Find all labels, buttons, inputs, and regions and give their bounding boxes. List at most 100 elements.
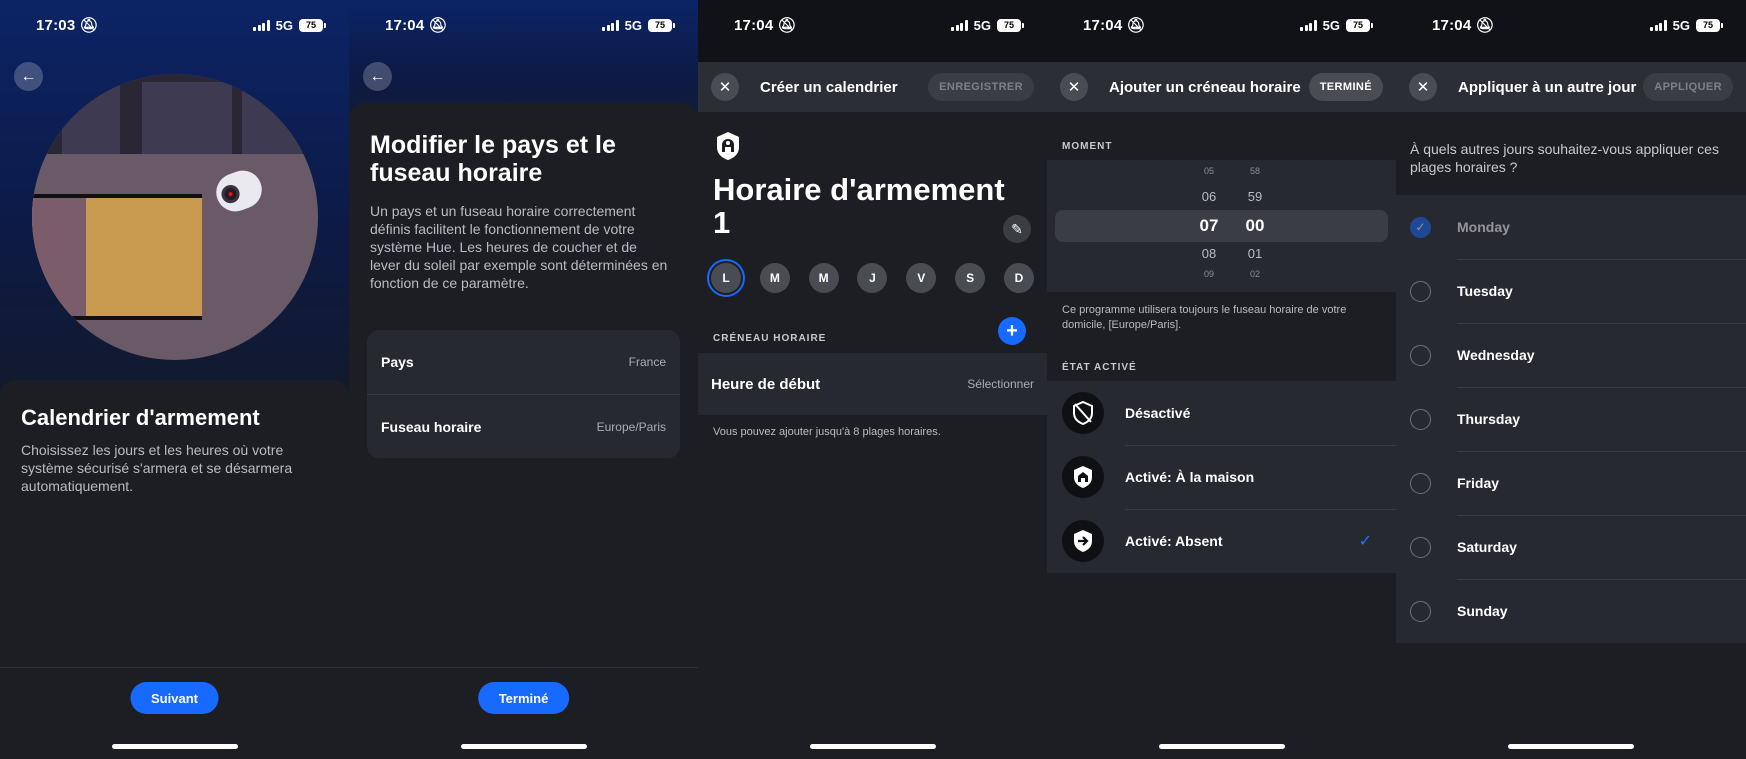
- silent-bell-icon: 🔕︎: [79, 17, 99, 34]
- day-name: Sunday: [1457, 603, 1508, 619]
- time-picker[interactable]: 05 06 07 08 09 58 59 00 01 02: [1047, 160, 1396, 292]
- state-disarmed[interactable]: Désactivé: [1047, 381, 1396, 445]
- screen-create-schedule: 17:04 🔕︎ 5G 75 ✕ Créer un calendrier ENRE…: [698, 0, 1047, 759]
- close-button[interactable]: ✕: [711, 73, 739, 101]
- day-row-wednesday[interactable]: Wednesday: [1396, 323, 1746, 387]
- day-thursday[interactable]: J: [857, 263, 888, 293]
- day-row-friday[interactable]: Friday: [1396, 451, 1746, 515]
- security-shield-icon: [717, 132, 739, 160]
- day-row-sunday[interactable]: Sunday: [1396, 579, 1746, 643]
- state-armed-home[interactable]: Activé: À la maison: [1047, 445, 1396, 509]
- state-label: Activé: À la maison: [1125, 469, 1255, 485]
- day-row-thursday[interactable]: Thursday: [1396, 387, 1746, 451]
- battery-icon: 75: [1696, 18, 1723, 32]
- camera-illustration: [32, 74, 318, 360]
- hour-option[interactable]: 09: [1189, 269, 1229, 279]
- hour-option[interactable]: 08: [1189, 246, 1229, 261]
- battery-icon: 75: [997, 18, 1024, 32]
- day-saturday[interactable]: S: [955, 263, 986, 293]
- status-time: 17:04: [1083, 16, 1123, 34]
- header-bar: ✕ Créer un calendrier ENREGISTRER: [698, 62, 1047, 112]
- close-icon: ✕: [718, 79, 732, 96]
- country-row[interactable]: Pays France: [367, 330, 680, 394]
- pencil-icon: ✎: [1011, 220, 1023, 237]
- home-indicator[interactable]: [1508, 744, 1634, 749]
- day-list: ✓ Monday Tuesday Wednesday Thursday Frid…: [1396, 195, 1746, 643]
- minute-selected[interactable]: 00: [1235, 216, 1275, 236]
- radio-checked-icon: ✓: [1410, 216, 1431, 238]
- radio-icon[interactable]: [1410, 600, 1431, 622]
- radio-icon[interactable]: [1410, 536, 1431, 558]
- battery-icon: 75: [1346, 18, 1373, 32]
- radio-icon[interactable]: [1410, 344, 1431, 366]
- header-bar: ✕ Ajouter un créneau horaire TERMINÉ: [1047, 62, 1396, 112]
- state-armed-away[interactable]: Activé: Absent ✓: [1047, 509, 1396, 573]
- day-name: Tuesday: [1457, 283, 1513, 299]
- close-button[interactable]: ✕: [1060, 73, 1088, 101]
- day-name: Monday: [1457, 219, 1510, 235]
- back-button[interactable]: ←: [363, 62, 392, 91]
- day-name: Friday: [1457, 475, 1500, 491]
- edit-name-button[interactable]: ✎: [1003, 215, 1031, 243]
- radio-icon[interactable]: [1410, 472, 1431, 494]
- settings-group: Pays France Fuseau horaire Europe/Paris: [367, 330, 680, 458]
- plus-icon: +: [1006, 319, 1018, 342]
- timezone-row[interactable]: Fuseau horaire Europe/Paris: [367, 394, 680, 458]
- done-button[interactable]: TERMINÉ: [1308, 73, 1383, 101]
- security-camera-icon: [210, 165, 268, 217]
- screen-add-timeslot: 17:04 🔕︎ 5G 75 ✕ Ajouter un créneau horai…: [1047, 0, 1396, 759]
- day-row-saturday[interactable]: Saturday: [1396, 515, 1746, 579]
- state-list: Désactivé Activé: À la maison Activé: Ab…: [1047, 381, 1396, 573]
- home-indicator[interactable]: [809, 744, 936, 749]
- header-bar: ✕ Appliquer à un autre jour APPLIQUER: [1396, 62, 1746, 112]
- minute-option[interactable]: 02: [1235, 269, 1275, 279]
- minute-option[interactable]: 59: [1235, 189, 1275, 204]
- close-button[interactable]: ✕: [1409, 73, 1437, 101]
- hour-selected[interactable]: 07: [1189, 216, 1229, 236]
- screen-intro: 17:03 🔕︎ 5G 75 ← Calendrier d'armement Ch…: [0, 0, 349, 759]
- day-tuesday[interactable]: M: [759, 263, 790, 293]
- silent-bell-icon: 🔕︎: [428, 17, 448, 34]
- apply-button[interactable]: APPLIQUER: [1643, 73, 1733, 101]
- state-section-label: ÉTAT ACTIVÉ: [1062, 362, 1137, 373]
- status-bar: 17:04 🔕︎ 5G 75: [1396, 0, 1746, 50]
- day-row-tuesday[interactable]: Tuesday: [1396, 259, 1746, 323]
- start-time-row[interactable]: Heure de début Sélectionner: [698, 353, 1047, 415]
- minute-option[interactable]: 01: [1235, 246, 1275, 261]
- radio-icon[interactable]: [1410, 280, 1431, 302]
- minute-option[interactable]: 58: [1235, 166, 1275, 176]
- screen-apply-other-day: 17:04 🔕︎ 5G 75 ✕ Appliquer à un autre jou…: [1396, 0, 1746, 759]
- add-timeslot-button[interactable]: +: [998, 317, 1026, 345]
- schedule-name: Horaire d'armement 1: [713, 172, 1005, 240]
- hour-option[interactable]: 05: [1189, 166, 1229, 176]
- hour-option[interactable]: 06: [1189, 189, 1229, 204]
- signal-icon: [602, 19, 619, 31]
- day-name: Wednesday: [1457, 347, 1535, 363]
- checkmark-icon: ✓: [1358, 533, 1372, 550]
- home-indicator[interactable]: [460, 744, 587, 749]
- status-time: 17:03: [36, 16, 76, 34]
- next-button[interactable]: Suivant: [130, 682, 219, 714]
- status-time: 17:04: [385, 16, 425, 34]
- silent-bell-icon: 🔕︎: [1475, 17, 1495, 34]
- day-name: Thursday: [1457, 411, 1521, 427]
- header-title: Créer un calendrier: [760, 78, 898, 96]
- day-wednesday[interactable]: M: [808, 263, 839, 293]
- shield-home-icon: [1062, 456, 1104, 498]
- done-button[interactable]: Terminé: [477, 682, 570, 714]
- start-time-label: Heure de début: [711, 375, 821, 393]
- country-label: Pays: [381, 354, 414, 370]
- day-friday[interactable]: V: [906, 263, 937, 293]
- day-row-monday: ✓ Monday: [1396, 195, 1746, 259]
- status-bar: 17:04 🔕︎ 5G 75: [1047, 0, 1396, 50]
- day-monday[interactable]: L: [711, 263, 741, 293]
- radio-icon[interactable]: [1410, 408, 1431, 430]
- day-sunday[interactable]: D: [1003, 263, 1034, 293]
- save-button[interactable]: ENREGISTRER: [928, 73, 1034, 101]
- timeslot-hint: Vous pouvez ajouter jusqu'à 8 plages hor…: [713, 426, 941, 438]
- home-indicator[interactable]: [111, 744, 238, 749]
- network-label: 5G: [1672, 17, 1690, 33]
- home-indicator[interactable]: [1158, 744, 1285, 749]
- page-title: Modifier le pays et le fuseau horaire: [370, 131, 616, 187]
- screens-strip: 17:03 🔕︎ 5G 75 ← Calendrier d'armement Ch…: [0, 0, 1746, 759]
